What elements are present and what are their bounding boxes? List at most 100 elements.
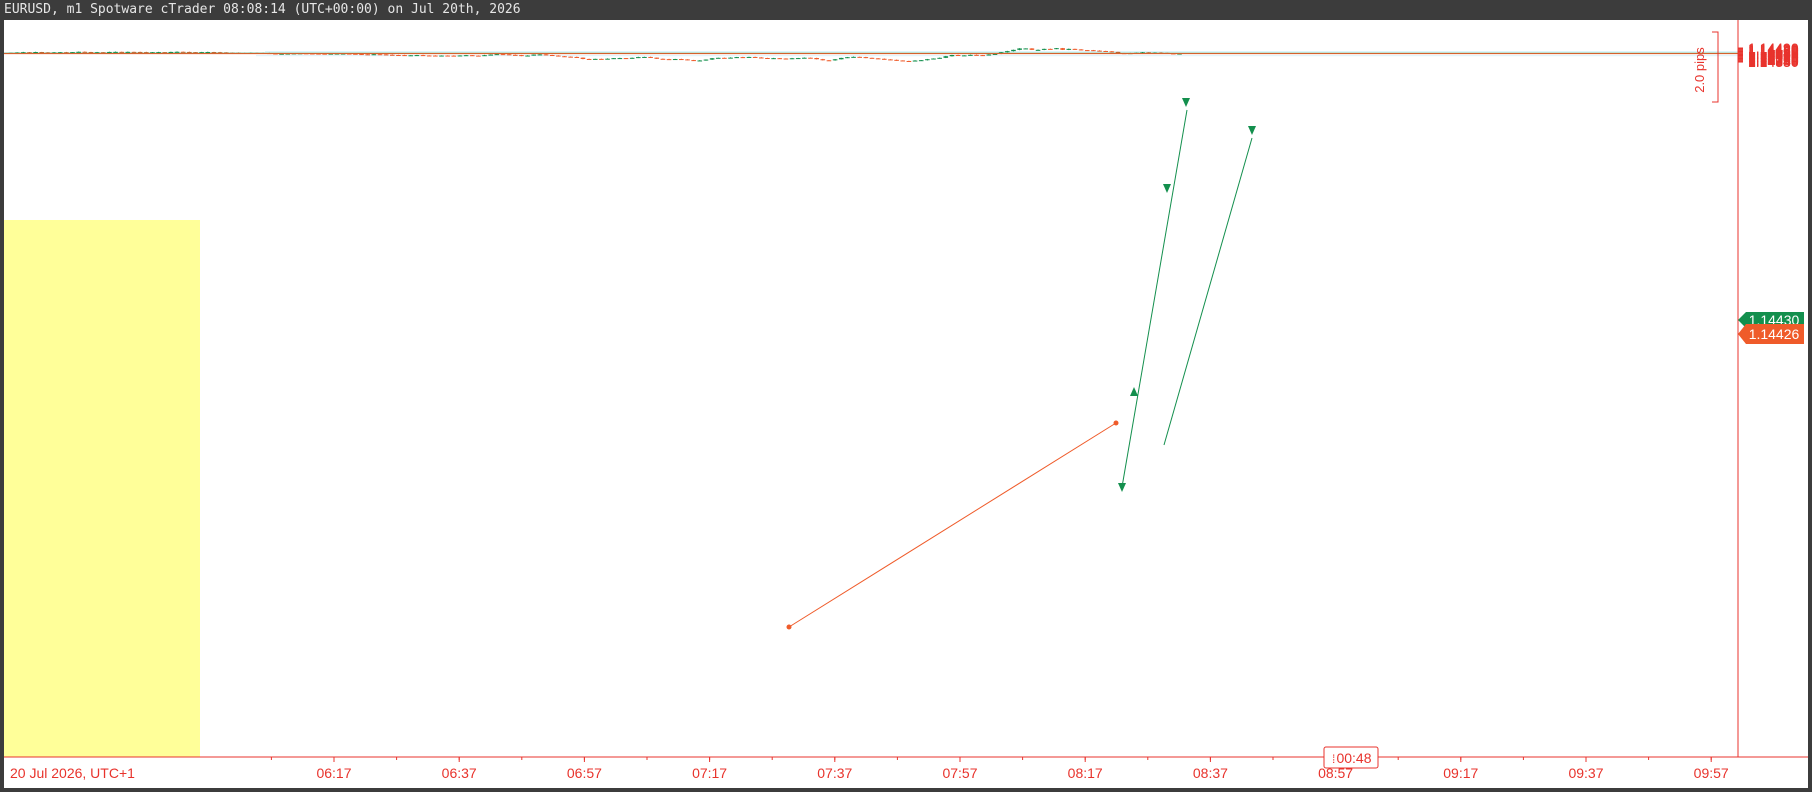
candle [611, 57, 616, 60]
candle [666, 58, 672, 61]
candle [383, 54, 389, 56]
candle [113, 51, 118, 53]
price-chart[interactable]: 1.144901.144801.144701.144601.144501.144… [4, 20, 1808, 788]
candle [562, 56, 567, 58]
sell-marker-icon [1118, 483, 1126, 492]
candle [642, 56, 647, 58]
candle [414, 54, 420, 57]
candle [574, 56, 580, 58]
candle [1103, 50, 1108, 52]
time-axis-start-label: 20 Jul 2026, UTC+1 [10, 765, 135, 781]
candle [1054, 48, 1059, 50]
candle [986, 54, 992, 56]
candle [1097, 50, 1102, 52]
candle [1072, 48, 1078, 50]
candle [537, 54, 543, 56]
candle [685, 59, 690, 61]
candle [974, 54, 979, 56]
candle [174, 51, 180, 53]
candle [795, 57, 801, 60]
candle [463, 54, 469, 57]
candle [1005, 50, 1010, 53]
session-highlight-layer [4, 220, 200, 757]
countdown-icon: ⁞ [1332, 752, 1335, 766]
candle [771, 57, 776, 60]
candle [752, 56, 758, 58]
time-tick-label: 08:37 [1193, 765, 1228, 781]
ctrader-window: EURUSD, m1 Spotware cTrader 08:08:14 (UT… [0, 0, 1812, 792]
candle [580, 57, 586, 60]
candle [451, 55, 457, 57]
candle [980, 54, 985, 57]
candle [918, 60, 924, 62]
candle [777, 58, 783, 60]
candle [599, 58, 604, 60]
candle [783, 58, 789, 60]
candle [955, 54, 961, 57]
candle [838, 57, 844, 60]
time-axis[interactable]: 06:17 06:37 06:57 07:17 07:37 07:57 08:17 08:37… [270, 757, 1729, 781]
candle [125, 51, 131, 53]
candle [968, 54, 973, 56]
candle [672, 58, 678, 61]
chart-area[interactable]: 1.14490 1.14480 1.14470 1.14460 1.14450 1.144… [4, 20, 1808, 788]
candle [1091, 49, 1096, 52]
candle [439, 55, 444, 57]
candle [691, 59, 696, 62]
candle [961, 55, 967, 57]
candle [888, 59, 893, 61]
candle [180, 51, 186, 53]
time-tick-label: 06:17 [316, 765, 351, 781]
buy-marker-icon [1130, 387, 1138, 396]
candles-layer [8, 47, 1182, 62]
candle [740, 56, 746, 59]
candle [660, 58, 666, 60]
candle [1078, 49, 1084, 51]
countdown-label: 00:48 [1336, 750, 1371, 766]
time-tick-label: 07:57 [942, 765, 977, 781]
candle [912, 60, 918, 62]
candle [802, 57, 807, 59]
candle [636, 56, 641, 59]
candle [513, 54, 518, 56]
trade-lines-layer [786, 98, 1256, 630]
candle [746, 56, 752, 58]
candle-countdown: ⁞ 00:48 [1323, 746, 1379, 769]
candle [728, 57, 733, 59]
candle [703, 59, 709, 61]
candle [882, 58, 887, 60]
candle [894, 59, 899, 61]
candle [1011, 49, 1016, 52]
sell-marker-icon [1182, 98, 1190, 107]
candle [820, 58, 826, 61]
time-tick-label: 06:57 [567, 765, 602, 781]
candle [949, 54, 955, 57]
candle [445, 55, 450, 57]
entry-dot [786, 624, 792, 630]
candle [107, 51, 112, 53]
candle [519, 54, 524, 57]
candle [500, 54, 506, 56]
candle [679, 58, 684, 61]
time-tick-label: 09:17 [1443, 765, 1478, 781]
sell-marker-icon [1248, 126, 1256, 135]
candle [765, 57, 770, 59]
price-axis[interactable]: 1.144901.144801.144701.144601.144501.144… [1738, 40, 1799, 70]
candle [931, 58, 936, 60]
candle [476, 55, 481, 57]
candle [402, 54, 407, 57]
candle [396, 54, 401, 57]
candle [549, 54, 555, 57]
candle [1035, 49, 1041, 51]
spread-indicator: 2.0 pips [1692, 31, 1719, 103]
candle [715, 57, 721, 59]
candle [426, 55, 432, 57]
session-highlight [4, 220, 200, 757]
time-tick-label: 07:37 [817, 765, 852, 781]
candle [1029, 48, 1035, 51]
candle [900, 60, 906, 62]
candle [857, 56, 862, 58]
candle [82, 51, 88, 53]
trade-link-line [1121, 109, 1188, 488]
candle [734, 56, 739, 59]
